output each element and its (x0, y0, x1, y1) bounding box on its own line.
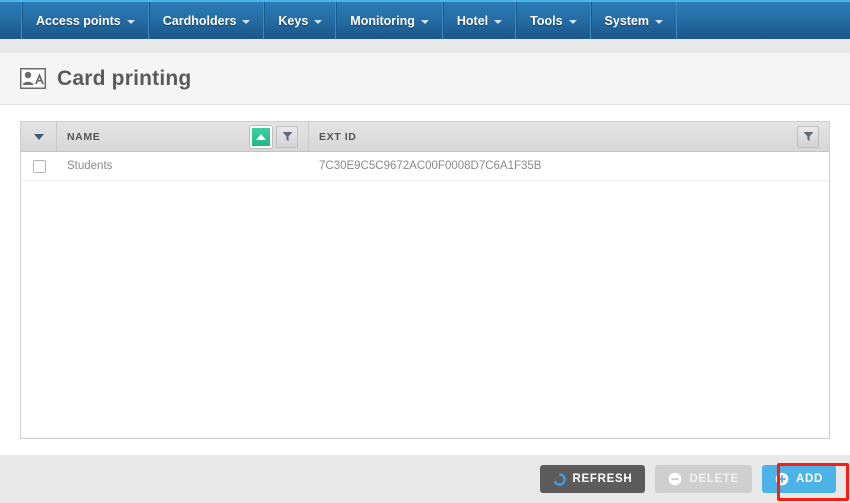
filter-funnel-icon[interactable] (797, 125, 819, 148)
chevron-down-icon (126, 19, 135, 24)
nav-item-tools[interactable]: Tools (516, 2, 591, 39)
page-title: Card printing (57, 66, 192, 90)
nav-item-system[interactable]: System (590, 2, 678, 39)
delete-button-label: DELETE (689, 473, 739, 485)
funnel-glyph (803, 132, 813, 141)
nav-item-hotel[interactable]: Hotel (442, 2, 517, 39)
card-printing-table: NAME EXT ID Students 7C30E9C5C9672AC00F0… (20, 121, 830, 439)
page-header: Card printing (0, 53, 850, 105)
nav-label: System (604, 13, 650, 28)
nav-item-keys[interactable]: Keys (264, 2, 337, 39)
main-navigation-bar: Access points Cardholders Keys Monitorin… (0, 0, 850, 39)
nav-label: Tools (530, 13, 563, 28)
table-body: Students 7C30E9C5C9672AC00F0008D7C6A1F35… (21, 152, 829, 438)
minus-circle-icon (669, 472, 682, 486)
row-checkbox[interactable] (32, 159, 46, 173)
add-button[interactable]: ADD (761, 465, 836, 493)
nav-label: Hotel (456, 13, 489, 28)
chevron-down-icon[interactable] (33, 133, 44, 140)
column-header-name[interactable]: NAME (57, 122, 309, 151)
filter-funnel-icon[interactable] (276, 125, 298, 148)
refresh-button-label: REFRESH (572, 473, 633, 485)
table-row[interactable]: Students 7C30E9C5C9672AC00F0008D7C6A1F35… (21, 152, 829, 181)
add-button-label: ADD (795, 473, 823, 485)
refresh-circular-arrow-icon (553, 472, 566, 486)
table-header-row: NAME EXT ID (21, 122, 829, 152)
plus-circle-icon (775, 472, 789, 486)
nav-label: Access points (36, 13, 121, 28)
sort-ascending-icon[interactable] (250, 125, 272, 148)
nav-label: Keys (278, 13, 309, 28)
funnel-glyph (282, 132, 292, 141)
chevron-down-icon (655, 19, 664, 24)
nav-item-cardholders[interactable]: Cardholders (148, 2, 265, 39)
nav-item-access-points[interactable]: Access points (22, 2, 149, 39)
triangle-up-glyph (256, 133, 266, 140)
cell-ext-id: 7C30E9C5C9672AC00F0008D7C6A1F35B (319, 160, 542, 172)
chevron-down-icon (242, 19, 251, 24)
row-select-cell[interactable] (21, 159, 57, 173)
chevron-down-icon (420, 19, 429, 24)
nav-item-monitoring[interactable]: Monitoring (336, 2, 443, 39)
nav-label: Cardholders (162, 13, 237, 28)
footer-toolbar: REFRESH DELETE ADD (0, 455, 850, 503)
nav-label: Monitoring (350, 13, 415, 28)
column-header-label: NAME (67, 130, 101, 143)
chevron-down-icon (494, 19, 503, 24)
nav-separator-strip (0, 39, 850, 53)
column-header-ext-id[interactable]: EXT ID (309, 122, 829, 151)
chevron-down-icon (568, 19, 577, 24)
cell-name: Students (67, 160, 113, 172)
column-header-select-all[interactable] (21, 122, 57, 151)
column-header-label: EXT ID (319, 130, 357, 143)
nav-left-spacer (0, 2, 22, 39)
refresh-button[interactable]: REFRESH (539, 465, 646, 493)
chevron-down-icon (314, 19, 323, 24)
delete-button: DELETE (655, 465, 752, 493)
id-card-person-icon (20, 68, 46, 89)
content-panel: NAME EXT ID Students 7C30E9C5C9672AC00F0… (0, 105, 850, 455)
